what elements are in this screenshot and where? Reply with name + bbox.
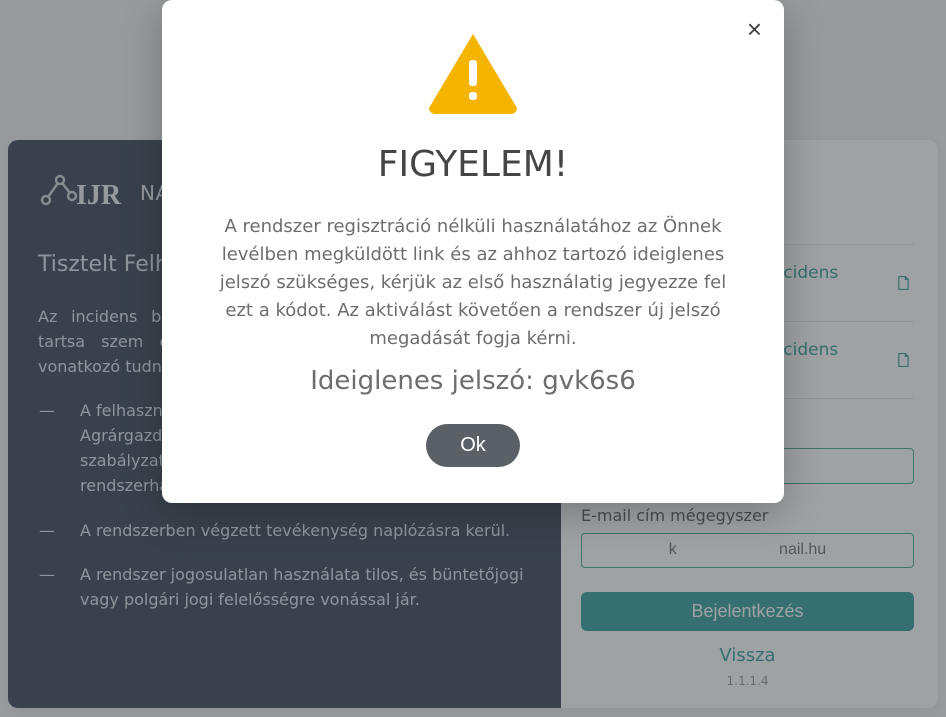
warning-icon bbox=[425, 30, 521, 114]
modal-body: A rendszer regisztráció nélküli használa… bbox=[216, 213, 730, 352]
temp-password-line: Ideiglenes jelszó: gvk6s6 bbox=[198, 366, 748, 396]
attention-modal: × FIGYELEM! A rendszer regisztráció nélk… bbox=[162, 0, 784, 503]
modal-title: FIGYELEM! bbox=[198, 144, 748, 185]
close-icon[interactable]: × bbox=[747, 16, 762, 42]
temp-password-value: gvk6s6 bbox=[542, 366, 636, 396]
ok-button[interactable]: Ok bbox=[426, 424, 520, 467]
temp-password-label: Ideiglenes jelszó: bbox=[310, 366, 542, 396]
